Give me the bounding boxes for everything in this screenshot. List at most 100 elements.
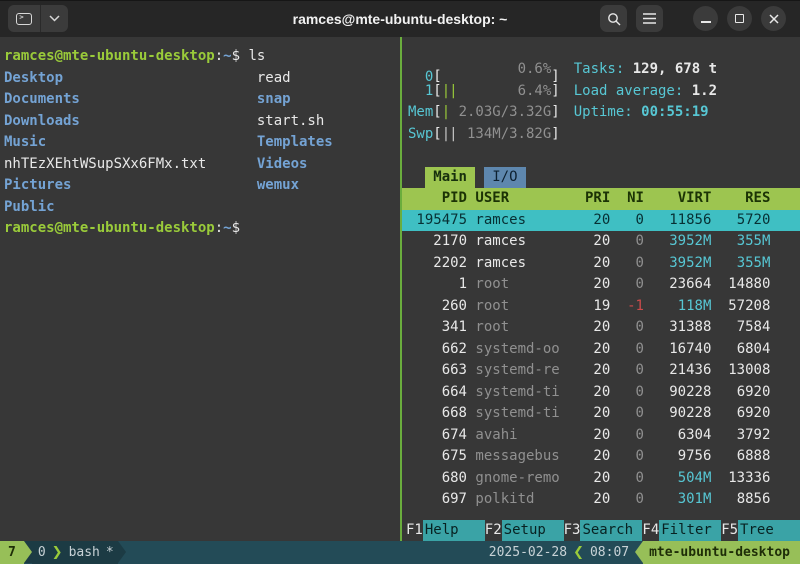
close-button[interactable]: [761, 6, 786, 31]
cell-ni: 0: [610, 339, 644, 361]
column-header-user[interactable]: USER: [467, 188, 568, 210]
tasks-label: Tasks:: [574, 61, 625, 77]
maximize-button[interactable]: [727, 6, 752, 31]
listing-row: Downloadsstart.sh: [0, 111, 400, 133]
cell-res: 8856: [711, 489, 770, 511]
process-row[interactable]: 195475ramces200118565720: [402, 210, 800, 232]
fn-f4-button[interactable]: F4Filter: [642, 520, 721, 542]
tmux-date: 2025-02-28: [483, 541, 573, 564]
cell-ni: 0: [610, 446, 644, 468]
meter-value: 2.03G/3.32G: [459, 102, 552, 124]
process-row[interactable]: 662systemd-oo200167406804: [402, 339, 800, 361]
listing-row: Pictureswemux: [0, 175, 400, 197]
tmux-session-number: 7: [8, 541, 16, 564]
prompt-line: ramces@mte-ubuntu-desktop:~$: [0, 218, 400, 240]
process-row[interactable]: 675messagebus20097566888: [402, 446, 800, 468]
column-header-pri[interactable]: PRI: [568, 188, 610, 210]
cell-pid: 668: [408, 403, 467, 425]
shell-pane[interactable]: ramces@mte-ubuntu-desktop:~$ls Desktopre…: [0, 37, 400, 541]
uptime-value: 00:55:19: [641, 104, 708, 120]
directory-name: wemux: [257, 177, 299, 193]
tmux-session-badge[interactable]: 7: [0, 541, 24, 564]
fn-action-label: Filter: [659, 520, 721, 542]
cell-user: root: [467, 274, 568, 296]
directory-name: Desktop: [4, 68, 257, 90]
listing-row: Public: [0, 197, 400, 219]
cell-pri: 20: [568, 360, 610, 382]
column-header-res[interactable]: RES: [711, 188, 770, 210]
process-row[interactable]: 680gnome-remo200504M13336: [402, 468, 800, 490]
fn-action-label: Help: [423, 520, 485, 542]
fn-f3-button[interactable]: F3Search: [564, 520, 643, 542]
powerline-chevron-icon: ❯: [52, 541, 63, 564]
process-row[interactable]: 668systemd-ti200902286920: [402, 403, 800, 425]
search-button[interactable]: [600, 5, 627, 32]
tasks-count: 129,: [633, 61, 667, 77]
process-row[interactable]: 697polkitd200301M8856: [402, 489, 800, 511]
fn-key-bar: F1HelpF2SetupF3SearchF4FilterF5Tree: [402, 520, 800, 542]
cell-virt: 504M: [644, 468, 711, 490]
fn-f2-button[interactable]: F2Setup: [485, 520, 564, 542]
meter-value: 0.6%: [518, 59, 552, 81]
htop-summary: Tasks:129,678 t Load average:1.2 Uptime:…: [574, 59, 717, 145]
process-row[interactable]: 664systemd-ti200902286920: [402, 382, 800, 404]
process-row[interactable]: 674avahi20063043792: [402, 425, 800, 447]
cell-pid: 195475: [408, 210, 467, 232]
meter-bracket: ]: [551, 104, 559, 120]
cell-pri: 20: [568, 468, 610, 490]
listing-row: Desktopread: [0, 68, 400, 90]
cell-res: 6888: [711, 446, 770, 468]
fn-key-label: F5: [721, 520, 738, 542]
cell-pid: 663: [408, 360, 467, 382]
process-row[interactable]: 1root2002366414880: [402, 274, 800, 296]
fn-action-label: Setup: [502, 520, 564, 542]
htop-tab-io[interactable]: I/O: [484, 167, 526, 189]
file-name: read: [257, 70, 291, 86]
meter-body: 0.6%: [442, 59, 552, 81]
cell-pri: 20: [568, 446, 610, 468]
process-row[interactable]: 341root200313887584: [402, 317, 800, 339]
minimize-button[interactable]: [693, 6, 718, 31]
process-row[interactable]: 260root19-1118M57208: [402, 296, 800, 318]
cell-ni: 0: [610, 317, 644, 339]
powerline-arrow: [118, 541, 126, 563]
close-icon: [769, 14, 779, 24]
directory-name: Videos: [257, 156, 308, 172]
cell-res: 6804: [711, 339, 770, 361]
load-average-value: 1.2: [692, 83, 717, 99]
column-header-virt[interactable]: VIRT: [644, 188, 711, 210]
fn-key-label: F3: [564, 520, 581, 542]
meter-label: 1: [408, 81, 433, 103]
htop-pane[interactable]: 0[0.6%]1[||6.4%]Mem[|2.03G/3.32G]Swp[||1…: [402, 37, 800, 541]
cell-user: root: [467, 296, 568, 318]
column-header-pid[interactable]: PID: [408, 188, 467, 210]
cell-ni: 0: [610, 468, 644, 490]
process-row[interactable]: 663systemd-re2002143613008: [402, 360, 800, 382]
cell-virt: 23664: [644, 274, 711, 296]
cell-user: avahi: [467, 425, 568, 447]
new-tab-button[interactable]: >: [8, 5, 40, 32]
cell-res: 57208: [711, 296, 770, 318]
fn-action-label: Tree: [738, 520, 800, 542]
column-header-ni[interactable]: NI: [610, 188, 644, 210]
titlebar: > ramces@mte-ubuntu-desktop: ~: [0, 0, 800, 37]
terminal-window: > ramces@mte-ubuntu-desktop: ~ ramc: [0, 0, 800, 564]
process-row[interactable]: 2202ramces2003952M355M: [402, 253, 800, 275]
cell-pid: 680: [408, 468, 467, 490]
fn-key-label: F2: [485, 520, 502, 542]
directory-name: Documents: [4, 89, 257, 111]
fn-f5-button[interactable]: F5Tree: [721, 520, 800, 542]
process-row[interactable]: 2170ramces2003952M355M: [402, 231, 800, 253]
tab-chooser-button[interactable]: [40, 5, 68, 32]
cell-pid: 662: [408, 339, 467, 361]
fn-f1-button[interactable]: F1Help: [406, 520, 485, 542]
htop-tab-main[interactable]: Main: [425, 167, 476, 189]
cell-virt: 11856: [644, 210, 711, 232]
tmux-hostname: mte-ubuntu-desktop: [643, 541, 800, 564]
tmux-window-item[interactable]: 0❯bash*: [32, 541, 118, 564]
cell-pid: 697: [408, 489, 467, 511]
load-average-label: Load average:: [574, 83, 684, 99]
cell-pid: 664: [408, 382, 467, 404]
menu-button[interactable]: [636, 5, 663, 32]
cell-virt: 3952M: [644, 253, 711, 275]
